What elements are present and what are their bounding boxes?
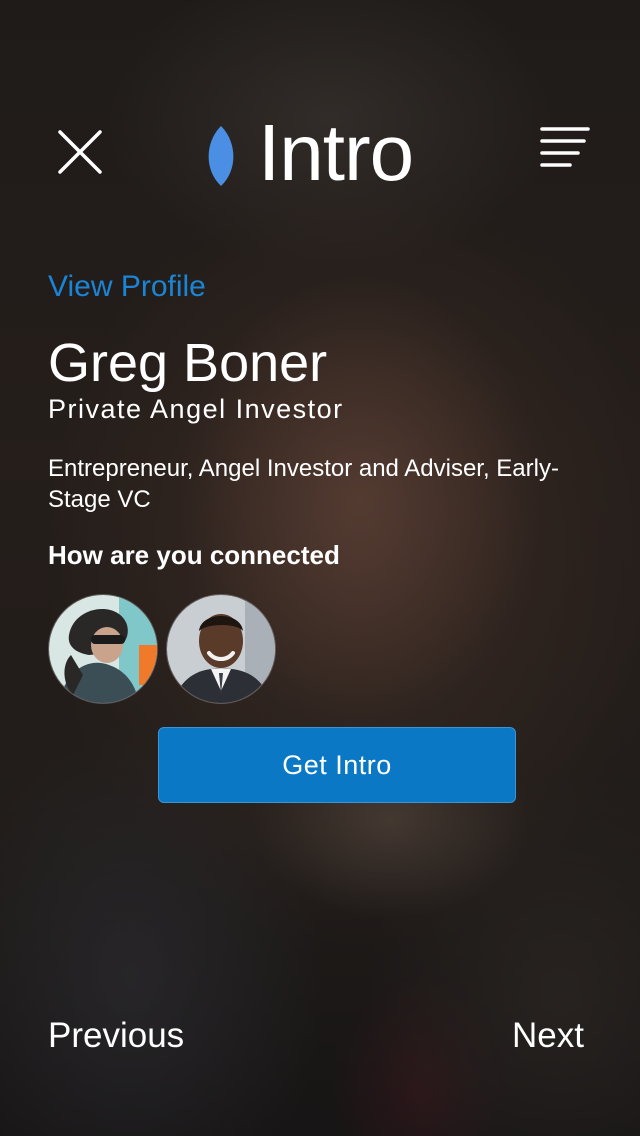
brand-name: Intro [258, 108, 414, 197]
profile-screen: Intro View Profile Greg Boner Private An… [0, 0, 640, 1136]
connection-avatars [48, 594, 284, 704]
profile-role: Private Angel Investor [48, 394, 344, 424]
close-icon [58, 130, 102, 174]
next-button[interactable]: Next [512, 1016, 584, 1056]
avatar-photo-woman [49, 595, 157, 703]
view-profile-link[interactable]: View Profile [48, 270, 206, 304]
brand-logo: Intro [202, 108, 414, 198]
previous-button[interactable]: Previous [48, 1016, 184, 1056]
avatar-photo-man [167, 595, 275, 703]
brand-drop-icon [202, 124, 240, 188]
profile-bio: Entrepreneur, Angel Investor and Adviser… [48, 455, 559, 513]
menu-lines-icon [540, 127, 590, 167]
close-button[interactable] [52, 124, 108, 180]
connection-avatar[interactable] [166, 594, 276, 704]
get-intro-button[interactable]: Get Intro [158, 727, 516, 803]
menu-button[interactable] [538, 124, 594, 172]
profile-name: Greg Boner [48, 333, 328, 393]
connection-avatar[interactable] [48, 594, 158, 704]
connections-title: How are you connected [48, 540, 340, 570]
